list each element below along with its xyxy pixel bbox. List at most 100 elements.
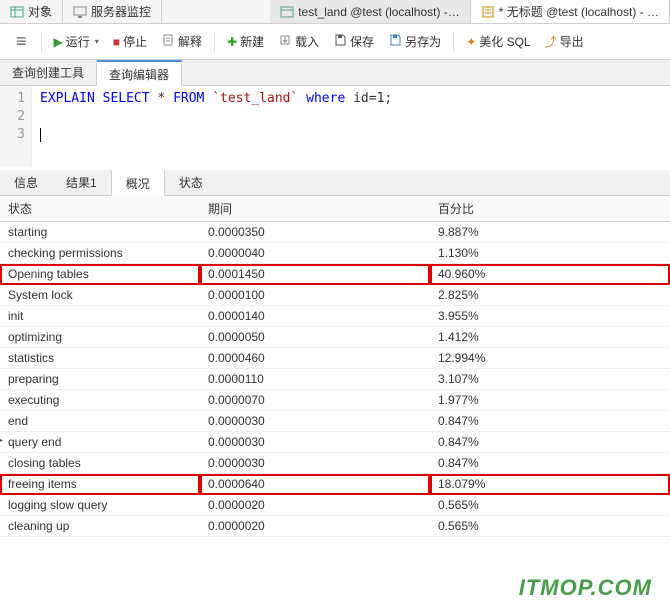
- button-label: 解释: [178, 33, 202, 50]
- cell-pct: 0.565%: [430, 516, 670, 537]
- cell-pct: 0.847%: [430, 453, 670, 474]
- export-button[interactable]: ⤴ 导出: [539, 30, 590, 53]
- cell-time: 0.0000100: [200, 285, 430, 306]
- tab-test-land[interactable]: test_land @test (localhost) -…: [270, 0, 471, 23]
- table-row[interactable]: checking permissions0.00000401.130%: [0, 243, 670, 264]
- table-row[interactable]: executing0.00000701.977%: [0, 390, 670, 411]
- button-label: 另存为: [405, 33, 441, 50]
- table-row[interactable]: preparing0.00001103.107%: [0, 369, 670, 390]
- cell-status: preparing: [0, 369, 200, 390]
- save-as-icon: [388, 33, 402, 50]
- wand-icon: ✦: [466, 35, 476, 49]
- cell-pct: 3.955%: [430, 306, 670, 327]
- tab-label: * 无标题 @test (localhost) - …: [499, 3, 659, 20]
- chevron-down-icon: ▾: [95, 37, 99, 46]
- table-row[interactable]: closing tables0.00000300.847%: [0, 453, 670, 474]
- load-button[interactable]: 载入: [272, 30, 325, 53]
- run-button[interactable]: ▶ 运行 ▾: [48, 30, 105, 53]
- query-mode-tabs: 查询创建工具 查询编辑器: [0, 60, 670, 86]
- cell-pct: 12.994%: [430, 348, 670, 369]
- tab-info[interactable]: 信息: [0, 170, 52, 195]
- table-row[interactable]: end0.00000300.847%: [0, 411, 670, 432]
- tab-profile[interactable]: 概况: [111, 170, 165, 196]
- cell-status: statistics: [0, 348, 200, 369]
- result-tabs: 信息 结果1 概况 状态: [0, 170, 670, 196]
- table-row[interactable]: query end0.00000300.847%: [0, 432, 670, 453]
- button-label: 新建: [240, 33, 264, 50]
- toolbar: ≡ ▶ 运行 ▾ ■ 停止 解释 ✚ 新建 载入 保存 另存为: [0, 24, 670, 60]
- cell-pct: 2.825%: [430, 285, 670, 306]
- table-row[interactable]: statistics0.000046012.994%: [0, 348, 670, 369]
- save-as-button[interactable]: 另存为: [382, 30, 447, 53]
- cell-time: 0.0000350: [200, 222, 430, 243]
- cell-time: 0.0000070: [200, 390, 430, 411]
- col-pct[interactable]: 百分比: [430, 196, 670, 222]
- table-row[interactable]: init0.00001403.955%: [0, 306, 670, 327]
- cell-status: init: [0, 306, 200, 327]
- table-row[interactable]: cleaning up0.00000200.565%: [0, 516, 670, 537]
- cell-pct: 0.847%: [430, 411, 670, 432]
- tab-query-builder[interactable]: 查询创建工具: [0, 60, 97, 85]
- col-time[interactable]: 期间: [200, 196, 430, 222]
- play-icon: ▶: [54, 35, 63, 49]
- tab-query-editor[interactable]: 查询编辑器: [97, 60, 182, 86]
- cell-time: 0.0000030: [200, 453, 430, 474]
- cell-status: checking permissions: [0, 243, 200, 264]
- button-label: 美化 SQL: [479, 33, 530, 50]
- tab-label: 对象: [28, 3, 52, 20]
- watermark: ITMOP.COM: [519, 575, 652, 601]
- cell-pct: 1.412%: [430, 327, 670, 348]
- query-icon: [481, 5, 495, 19]
- cell-status: executing: [0, 390, 200, 411]
- tab-objects[interactable]: 对象: [0, 0, 63, 23]
- cell-time: 0.0000110: [200, 369, 430, 390]
- cell-time: 0.0000020: [200, 516, 430, 537]
- tab-server-monitor[interactable]: 服务器监控: [63, 0, 162, 23]
- table-row[interactable]: Opening tables0.000145040.960%: [0, 264, 670, 285]
- cell-time: 0.0000460: [200, 348, 430, 369]
- code-area[interactable]: EXPLAIN SELECT * FROM `test_land` where …: [32, 86, 400, 166]
- cell-status: freeing items: [0, 474, 200, 495]
- cell-status: System lock: [0, 285, 200, 306]
- sql-editor[interactable]: 1 2 3 EXPLAIN SELECT * FROM `test_land` …: [0, 86, 670, 166]
- cell-pct: 40.960%: [430, 264, 670, 285]
- table-row[interactable]: starting0.00003509.887%: [0, 222, 670, 243]
- table-row[interactable]: logging slow query0.00000200.565%: [0, 495, 670, 516]
- text-cursor: [40, 128, 41, 142]
- beautify-sql-button[interactable]: ✦ 美化 SQL: [460, 30, 536, 53]
- cell-status: starting: [0, 222, 200, 243]
- button-label: 载入: [295, 33, 319, 50]
- line-gutter: 1 2 3: [0, 86, 32, 166]
- cell-pct: 1.977%: [430, 390, 670, 411]
- monitor-icon: [73, 5, 87, 19]
- table-row[interactable]: freeing items0.000064018.079%: [0, 474, 670, 495]
- export-icon: ⤴: [545, 33, 557, 50]
- cell-time: 0.0000050: [200, 327, 430, 348]
- cell-pct: 1.130%: [430, 243, 670, 264]
- menu-icon[interactable]: ≡: [8, 31, 35, 52]
- cell-pct: 9.887%: [430, 222, 670, 243]
- col-status[interactable]: 状态: [0, 196, 200, 222]
- explain-button[interactable]: 解释: [155, 30, 208, 53]
- cell-status: Opening tables: [0, 264, 200, 285]
- stop-icon: ■: [113, 35, 120, 49]
- tab-untitled[interactable]: * 无标题 @test (localhost) - …: [471, 0, 670, 23]
- table-header-row: 状态 期间 百分比: [0, 196, 670, 222]
- cell-pct: 0.847%: [430, 432, 670, 453]
- table-icon: [280, 5, 294, 19]
- cell-time: 0.0000030: [200, 432, 430, 453]
- tab-result1[interactable]: 结果1: [52, 170, 111, 195]
- cell-time: 0.0000020: [200, 495, 430, 516]
- tab-status[interactable]: 状态: [165, 170, 217, 195]
- new-button[interactable]: ✚ 新建: [221, 30, 270, 53]
- table-row[interactable]: optimizing0.00000501.412%: [0, 327, 670, 348]
- cell-status: optimizing: [0, 327, 200, 348]
- cell-pct: 18.079%: [430, 474, 670, 495]
- stop-button[interactable]: ■ 停止: [107, 30, 153, 53]
- table-row[interactable]: System lock0.00001002.825%: [0, 285, 670, 306]
- button-label: 保存: [350, 33, 374, 50]
- cell-time: 0.0000140: [200, 306, 430, 327]
- save-button[interactable]: 保存: [327, 30, 380, 53]
- cell-time: 0.0000640: [200, 474, 430, 495]
- cell-status: cleaning up: [0, 516, 200, 537]
